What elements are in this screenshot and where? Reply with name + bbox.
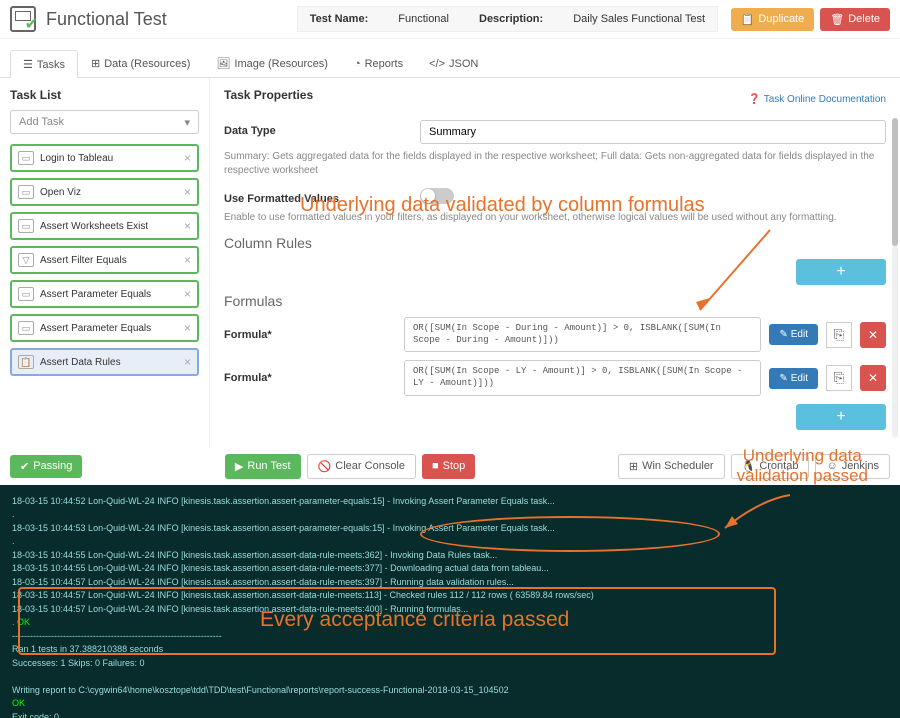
formatted-values-hint: Enable to use formatted values in your f…: [224, 211, 886, 225]
tab-image[interactable]: 🖼 Image (Resources): [203, 49, 341, 77]
tab-tasks[interactable]: ☰ Tasks: [10, 50, 78, 78]
task-item-filter[interactable]: ▽ Assert Filter Equals ×: [10, 246, 199, 274]
app-logo: ✔: [10, 6, 36, 32]
edit-formula-button[interactable]: ✎ Edit: [769, 368, 818, 389]
description-value: Daily Sales Functional Test: [573, 13, 705, 25]
console-report: Writing report to C:\cygwin64\home\koszt…: [12, 684, 888, 698]
task-label: Assert Parameter Equals: [40, 289, 151, 300]
stop-button[interactable]: ■ Stop: [422, 454, 475, 479]
task-list-title: Task List: [10, 88, 199, 102]
jenkins-button[interactable]: ☺ Jenkins: [815, 454, 890, 479]
duplicate-button[interactable]: 📋Duplicate: [731, 8, 815, 31]
task-remove-icon[interactable]: ×: [184, 185, 191, 199]
test-name-value: Functional: [398, 13, 449, 25]
clipboard-icon: 📋: [18, 355, 34, 369]
filter-icon: ▽: [18, 253, 34, 267]
task-label: Assert Parameter Equals: [40, 323, 151, 334]
tabs-bar: ☰ Tasks ⊞ Data (Resources) 🖼 Image (Reso…: [0, 49, 900, 78]
passing-badge[interactable]: ✔ Passing: [10, 455, 82, 478]
task-remove-icon[interactable]: ×: [184, 355, 191, 369]
formatted-values-toggle[interactable]: [420, 188, 454, 204]
task-properties-title: Task Properties: [224, 88, 313, 102]
page-title: Functional Test: [46, 9, 167, 30]
column-rules-heading: Column Rules: [224, 235, 886, 251]
task-item-param1[interactable]: ▭ Assert Parameter Equals ×: [10, 280, 199, 308]
clear-console-button[interactable]: 🚫 Clear Console: [307, 454, 416, 479]
console-line: 18-03-15 10:44:53 Lon-Quid-WL-24 INFO [k…: [12, 522, 888, 536]
console-line: .: [12, 508, 888, 522]
console-line: 18-03-15 10:44:55 Lon-Quid-WL-24 INFO [k…: [12, 562, 888, 576]
test-info-box: Test Name: Functional Description: Daily S…: [297, 6, 718, 32]
formula-input-1[interactable]: OR([SUM(In Scope - During - Amount)] > 0…: [404, 317, 761, 352]
task-list-sidebar: Task List Add Task ▭ Login to Tableau × ▭ O…: [0, 78, 210, 448]
task-label: Assert Filter Equals: [40, 255, 127, 266]
task-label: Login to Tableau: [40, 153, 113, 164]
task-label: Assert Worksheets Exist: [40, 221, 148, 232]
scrollbar[interactable]: [892, 118, 898, 438]
task-icon: ▭: [18, 287, 34, 301]
data-type-label: Data Type: [224, 120, 410, 137]
action-bar: ✔ Passing ▶ Run Test 🚫 Clear Console ■ S…: [0, 448, 900, 485]
console-line: 18-03-15 10:44:57 Lon-Quid-WL-24 INFO [k…: [12, 589, 888, 603]
console-summary: Successes: 1 Skips: 0 Failures: 0: [12, 657, 888, 671]
formulas-heading: Formulas: [224, 293, 886, 309]
task-icon: ▭: [18, 219, 34, 233]
copy-formula-button[interactable]: ⎘: [826, 322, 852, 348]
console-ok: . OK: [12, 616, 888, 630]
test-name-label: Test Name:: [310, 13, 368, 25]
task-remove-icon[interactable]: ×: [184, 219, 191, 233]
formula-label: Formula*: [224, 372, 396, 384]
console-okline: OK: [12, 697, 888, 711]
add-task-dropdown[interactable]: Add Task: [10, 110, 199, 134]
task-icon: ▭: [18, 321, 34, 335]
task-label: Assert Data Rules: [40, 357, 121, 368]
task-item-param2[interactable]: ▭ Assert Parameter Equals ×: [10, 314, 199, 342]
formula-row: Formula* OR([SUM(In Scope - LY - Amount)…: [224, 360, 886, 395]
header-bar: ✔ Functional Test Test Name: Functional D…: [0, 0, 900, 39]
task-remove-icon[interactable]: ×: [184, 151, 191, 165]
tab-reports[interactable]: ◔ Reports: [341, 49, 416, 77]
task-item-worksheets[interactable]: ▭ Assert Worksheets Exist ×: [10, 212, 199, 240]
crontab-button[interactable]: 🐧 Crontab: [731, 454, 810, 479]
description-label: Description:: [479, 13, 543, 25]
tab-json[interactable]: </> JSON: [416, 49, 491, 77]
console-line: 18-03-15 10:44:57 Lon-Quid-WL-24 INFO [k…: [12, 603, 888, 617]
task-icon: ▭: [18, 185, 34, 199]
data-type-input[interactable]: [420, 120, 886, 144]
console-line: 18-03-15 10:44:57 Lon-Quid-WL-24 INFO [k…: [12, 576, 888, 590]
edit-formula-button[interactable]: ✎ Edit: [769, 324, 818, 345]
win-scheduler-button[interactable]: ⊞ Win Scheduler: [618, 454, 725, 479]
console-ran: Ran 1 tests in 37.388210388 seconds: [12, 643, 888, 657]
console-line: .: [12, 535, 888, 549]
online-docs-link[interactable]: ❓ Task Online Documentation: [748, 94, 886, 105]
console-exit: Exit code: 0: [12, 711, 888, 718]
task-remove-icon[interactable]: ×: [184, 253, 191, 267]
add-column-rule-button[interactable]: +: [796, 259, 886, 285]
delete-formula-button[interactable]: ✕: [860, 322, 886, 348]
delete-button[interactable]: 🗑Delete: [820, 8, 890, 31]
task-icon: ▭: [18, 151, 34, 165]
task-item-openviz[interactable]: ▭ Open Viz ×: [10, 178, 199, 206]
formatted-values-label: Use Formatted Values: [224, 188, 410, 205]
delete-formula-button[interactable]: ✕: [860, 365, 886, 391]
formula-input-2[interactable]: OR([SUM(In Scope - LY - Amount)] > 0, IS…: [404, 360, 761, 395]
copy-formula-button[interactable]: ⎘: [826, 365, 852, 391]
console-line: 18-03-15 10:44:55 Lon-Quid-WL-24 INFO [k…: [12, 549, 888, 563]
add-formula-button[interactable]: +: [796, 404, 886, 430]
console-output[interactable]: 18-03-15 10:44:52 Lon-Quid-WL-24 INFO [k…: [0, 485, 900, 718]
task-remove-icon[interactable]: ×: [184, 321, 191, 335]
task-item-datarules[interactable]: 📋 Assert Data Rules ×: [10, 348, 199, 376]
task-remove-icon[interactable]: ×: [184, 287, 191, 301]
console-dashes: ----------------------------------------…: [12, 630, 888, 644]
formula-row: Formula* OR([SUM(In Scope - During - Amo…: [224, 317, 886, 352]
task-label: Open Viz: [40, 187, 81, 198]
formula-label: Formula*: [224, 329, 396, 341]
task-item-login[interactable]: ▭ Login to Tableau ×: [10, 144, 199, 172]
run-test-button[interactable]: ▶ Run Test: [225, 454, 301, 479]
data-type-hint: Summary: Gets aggregated data for the fi…: [224, 150, 886, 178]
console-line: 18-03-15 10:44:52 Lon-Quid-WL-24 INFO [k…: [12, 495, 888, 509]
tab-data[interactable]: ⊞ Data (Resources): [78, 49, 203, 77]
task-properties-panel: Task Properties ❓ Task Online Documentat…: [210, 78, 900, 448]
